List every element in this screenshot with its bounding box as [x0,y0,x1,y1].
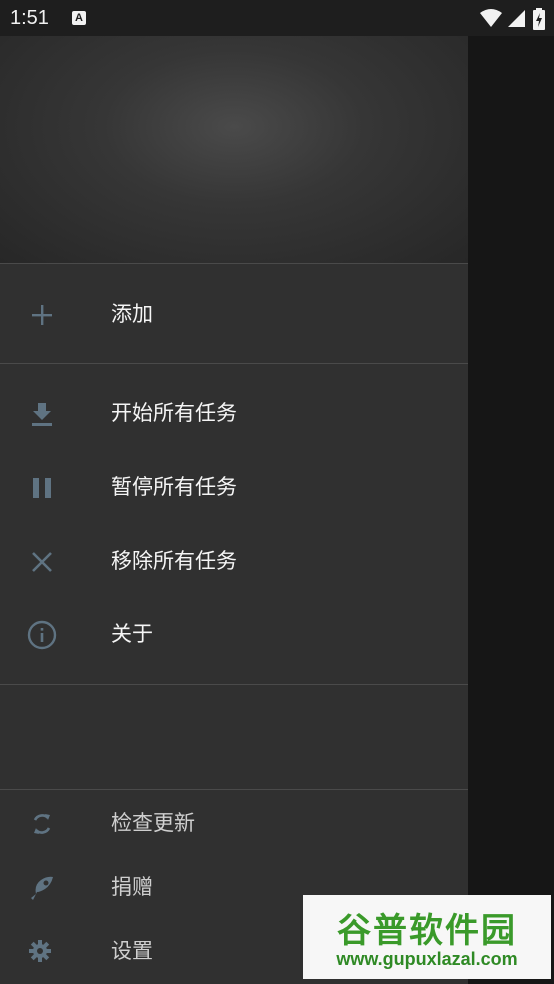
battery-charging-icon [533,8,545,30]
cell-signal-icon [508,10,525,27]
info-icon [27,620,57,650]
menu-item-label: 暂停所有任务 [111,475,237,499]
menu-item-label: 捐赠 [111,875,153,899]
divider [0,263,468,264]
menu-item-start-all[interactable]: 开始所有任务 [0,385,468,441]
watermark-url: www.gupuxlazal.com [336,949,518,969]
sync-icon [27,809,57,839]
menu-item-label: 移除所有任务 [111,549,237,573]
wifi-icon [480,9,502,27]
menu-item-label: 设置 [111,939,153,963]
system-icons [474,8,546,30]
menu-item-add[interactable]: 添加 [0,286,468,342]
divider [0,363,468,364]
drawer-scrim[interactable] [468,36,554,984]
menu-item-pause-all[interactable]: 暂停所有任务 [0,459,468,515]
add-icon [27,300,57,330]
divider [0,789,468,790]
status-time: 1:51 [10,7,49,29]
menu-item-about[interactable]: 关于 [0,606,468,662]
status-bar: 1:51 A [0,0,554,36]
divider [0,684,468,685]
menu-item-label: 关于 [111,622,153,646]
menu-item-check-update[interactable]: 检查更新 [0,795,468,851]
menu-item-remove-all[interactable]: 移除所有任务 [0,533,468,589]
watermark-brand: 谷普软件园 [337,911,517,951]
pause-icon [27,473,57,503]
menu-item-label: 开始所有任务 [111,401,237,425]
watermark: 谷普软件园 www.gupuxlazal.com [303,895,551,979]
notification-icon: A [72,11,86,25]
donate-icon [27,873,57,903]
gear-icon [27,937,57,967]
menu-item-label: 添加 [111,302,153,326]
menu-item-label: 检查更新 [111,811,195,835]
close-icon [27,547,57,577]
navigation-drawer: 添加 开始所有任务 暂停所有任务 移除所有任务 关于 检查更新 捐赠 设置 [0,36,468,984]
drawer-header [0,36,468,263]
download-icon [27,399,57,429]
